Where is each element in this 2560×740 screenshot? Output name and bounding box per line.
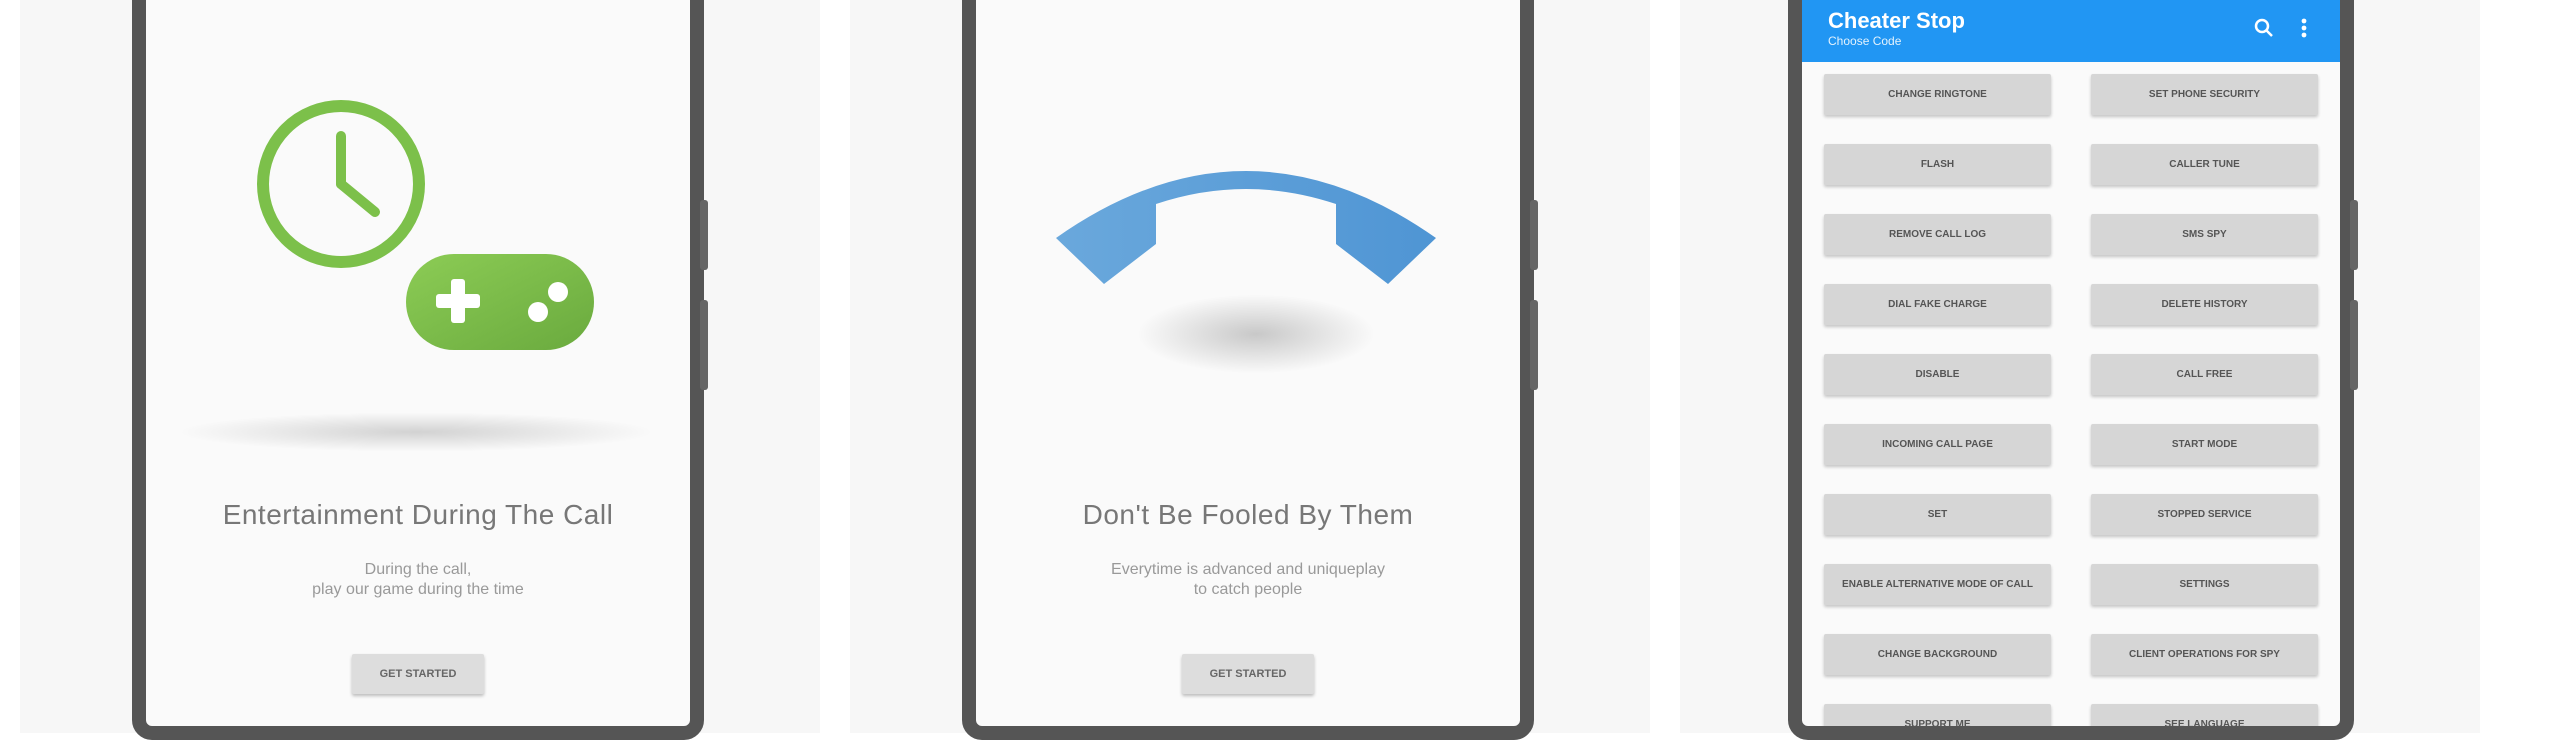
get-started-button[interactable]: GET STARTED — [1182, 654, 1314, 694]
volume-button — [2350, 200, 2358, 270]
onboarding-title: Entertainment During The Call — [222, 499, 614, 530]
stopped-service-button[interactable]: STOPPED SERVICE — [2091, 494, 2318, 535]
action-button-grid: CHANGE RINGTONE SET PHONE SECURITY FLASH… — [1824, 74, 2318, 726]
start-mode-button[interactable]: START MODE — [2091, 424, 2318, 465]
onboarding-subtitle: During the call, play our game during th… — [206, 560, 630, 600]
settings-button[interactable]: SETTINGS — [2091, 564, 2318, 605]
client-operations-button[interactable]: CLIENT OPERATIONS FOR SPY — [2091, 634, 2318, 675]
more-vert-icon[interactable] — [2292, 16, 2316, 40]
app-title: Cheater Stop — [1828, 8, 1965, 33]
onboarding-subtitle: Everytime is advanced and uniqueplay to … — [1036, 560, 1460, 600]
caller-tune-button[interactable]: CALLER TUNE — [2091, 144, 2318, 185]
call-free-button[interactable]: CALL FREE — [2091, 354, 2318, 395]
power-button — [1530, 300, 1538, 390]
gamepad-icon — [406, 254, 594, 350]
phone-frame-app: Cheater Stop Choose Code CHANGE RINGTONE… — [1788, 0, 2354, 740]
onboarding-title: Don't Be Fooled By Them — [1082, 499, 1414, 530]
app-bar: Cheater Stop Choose Code — [1802, 0, 2340, 62]
set-phone-security-button[interactable]: SET PHONE SECURITY — [2091, 74, 2318, 115]
dial-fake-charge-button[interactable]: DIAL FAKE CHARGE — [1824, 284, 2051, 325]
support-me-button[interactable]: SUPPORT ME — [1824, 704, 2051, 726]
change-ringtone-button[interactable]: CHANGE RINGTONE — [1824, 74, 2051, 115]
icon-shadow — [1136, 294, 1376, 374]
power-button — [700, 300, 708, 390]
subtitle-line-1: During the call, — [364, 561, 472, 578]
remove-call-log-button[interactable]: REMOVE CALL LOG — [1824, 214, 2051, 255]
sms-spy-button[interactable]: SMS SPY — [2091, 214, 2318, 255]
incoming-call-page-button[interactable]: INCOMING CALL PAGE — [1824, 424, 2051, 465]
delete-history-button[interactable]: DELETE HISTORY — [2091, 284, 2318, 325]
get-started-button[interactable]: GET STARTED — [352, 654, 484, 694]
icon-shadow — [176, 412, 656, 452]
enable-alternative-mode-button[interactable]: ENABLE ALTERNATIVE MODE OF CALL — [1824, 564, 2051, 605]
subtitle-line-2: play our game during the time — [312, 581, 524, 598]
app-subtitle: Choose Code — [1828, 34, 1902, 48]
flash-button[interactable]: FLASH — [1824, 144, 2051, 185]
subtitle-line-1: Everytime is advanced and uniqueplay — [1111, 561, 1385, 578]
phone-handset-icon — [1056, 171, 1436, 284]
phone-frame-entertainment: Entertainment During The Call During the… — [132, 0, 704, 740]
disable-button[interactable]: DISABLE — [1824, 354, 2051, 395]
power-button — [2350, 300, 2358, 390]
clock-icon — [257, 100, 425, 268]
see-language-button[interactable]: SEE LANGUAGE — [2091, 704, 2318, 726]
phone-frame-fooled: Don't Be Fooled By Them Everytime is adv… — [962, 0, 1534, 740]
subtitle-line-2: to catch people — [1193, 581, 1303, 598]
search-icon[interactable] — [2252, 16, 2276, 40]
volume-button — [700, 200, 708, 270]
change-background-button[interactable]: CHANGE BACKGROUND — [1824, 634, 2051, 675]
set-button[interactable]: SET — [1824, 494, 2051, 535]
volume-button — [1530, 200, 1538, 270]
